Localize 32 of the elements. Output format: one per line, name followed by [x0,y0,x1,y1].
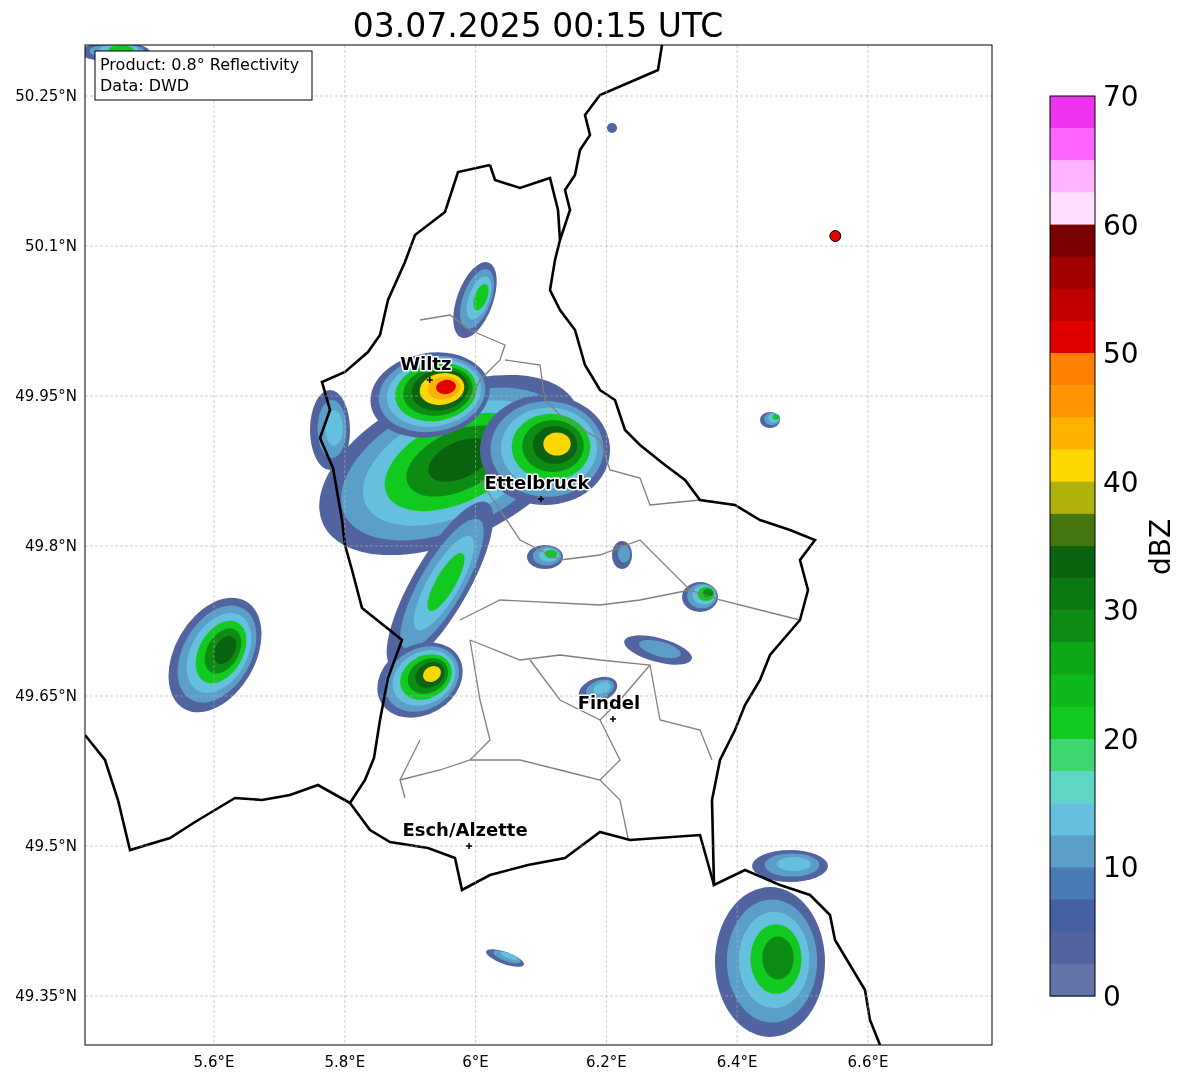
colorbar-tick-label: 50 [1103,337,1139,371]
info-text: Product: 0.8° Reflectivity [100,55,300,74]
city-marker-icon [537,495,545,503]
latitude-label: 49.95°N [15,387,77,405]
colorbar-label: dBZ [1144,518,1177,576]
latitude-label: 49.35°N [15,987,77,1005]
latitude-label: 50.25°N [15,87,77,105]
city-marker-icon [465,842,473,850]
colorbar-tick-label: 20 [1103,722,1139,756]
latitude-label: 49.5°N [24,837,77,855]
colorbar-tick-label: 70 [1103,80,1139,113]
longitude-label: 6.4°E [716,1053,758,1071]
longitude-label: 5.6°E [193,1053,235,1071]
city-label: Esch/Alzette [402,819,528,840]
latitude-label: 50.1°N [24,237,77,255]
city-marker-icon [426,376,434,384]
chart-title: 03.07.2025 00:15 UTC [352,6,724,45]
longitude-label: 6.2°E [586,1053,627,1071]
longitude-label: 5.8°E [324,1053,366,1071]
longitude-label: 6°E [462,1053,489,1071]
longitude-label: 6.6°E [847,1053,889,1071]
city-marker-icon [609,715,617,723]
latitude-label: 49.8°N [24,537,77,555]
info-text: Data: DWD [100,76,190,95]
colorbar-tick-label: 30 [1103,594,1139,628]
latitude-label: 49.65°N [15,687,77,705]
city-label: Findel [577,692,641,713]
colorbar-tick-label: 10 [1103,851,1139,885]
colorbar-tick-label: 60 [1103,208,1139,242]
colorbar-tick-label: 40 [1103,465,1139,499]
radar-site-marker [829,230,842,242]
colorbar-tick-label: 0 [1103,980,1121,1013]
